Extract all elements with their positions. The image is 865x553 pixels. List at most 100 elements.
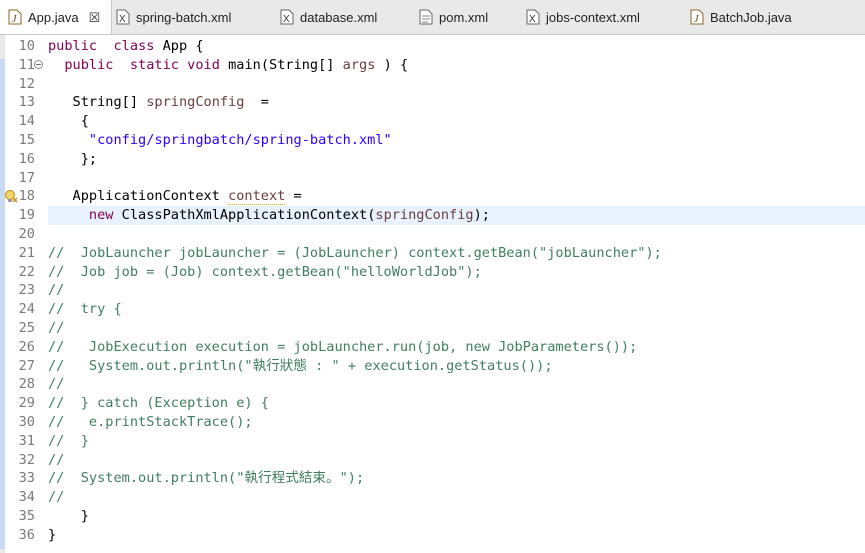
code-line[interactable]: 34 // (0, 488, 865, 507)
code-line[interactable]: 27 // System.out.println("執行狀態 : " + exec… (0, 357, 865, 376)
code-text[interactable]: // (48, 375, 865, 394)
comment-token: // (48, 320, 65, 336)
code-line[interactable]: 25 // (0, 319, 865, 338)
keyword-token: public (64, 56, 114, 73)
svg-text:X: X (283, 14, 290, 25)
java-file-icon: J (690, 9, 704, 25)
code-text[interactable]: }; (48, 150, 865, 169)
code-token: { (48, 113, 89, 130)
svg-text:X: X (119, 14, 126, 25)
code-text[interactable]: // (48, 281, 865, 300)
comment-token: // System.out.println("執行狀態 : " + execut… (48, 357, 553, 374)
code-text[interactable]: // JobExecution execution = jobLauncher.… (48, 338, 865, 357)
code-line[interactable]: 32 // (0, 451, 865, 470)
code-line[interactable]: 30 // e.printStackTrace(); (0, 413, 865, 432)
code-line[interactable]: 16 }; (0, 150, 865, 169)
code-text[interactable] (48, 225, 865, 244)
line-number: 19 (18, 207, 35, 224)
close-tab-icon[interactable]: ☒ (89, 11, 101, 24)
code-line[interactable]: 19 new ClassPathXmlApplicationContext(sp… (0, 206, 865, 225)
code-line[interactable]: 18 ApplicationContext context = (0, 187, 865, 206)
comment-token: // } catch (Exception e) { (48, 395, 269, 412)
code-line[interactable]: 12 (0, 75, 865, 94)
code-token: }; (48, 150, 98, 167)
code-text[interactable]: // } (48, 432, 865, 451)
code-line[interactable]: 21 // JobLauncher jobLauncher = (JobLaunc… (0, 244, 865, 263)
code-text[interactable]: // try { (48, 300, 865, 319)
code-text[interactable]: // Job job = (Job) context.getBean("hell… (48, 263, 865, 282)
code-text[interactable]: // System.out.println("執行狀態 : " + execut… (48, 357, 865, 376)
code-text[interactable]: // (48, 451, 865, 470)
code-line[interactable]: 35 } (0, 507, 865, 526)
java-file-icon: J (8, 9, 22, 25)
xml-file-icon: X (280, 9, 294, 25)
tab-batchjob-java[interactable]: J BatchJob.java (686, 0, 806, 34)
code-text[interactable]: "config/springbatch/spring-batch.xml" (48, 131, 865, 150)
code-text[interactable]: ApplicationContext context = (48, 187, 865, 206)
code-line[interactable]: 28 // (0, 375, 865, 394)
tab-spring-batch-xml[interactable]: Xspring-batch.xml (112, 0, 276, 34)
code-line[interactable]: 14 { (0, 112, 865, 131)
line-number: 22 (18, 263, 35, 280)
code-text[interactable]: // (48, 319, 865, 338)
code-token: ApplicationContext (48, 188, 229, 205)
code-line[interactable]: 13 String[] springConfig = (0, 93, 865, 112)
line-number: 32 (18, 451, 35, 468)
variable-token: springConfig (375, 207, 474, 224)
code-line[interactable]: 26 // JobExecution execution = jobLaunche… (0, 338, 865, 357)
line-number: 33 (18, 470, 35, 487)
code-text[interactable]: // } catch (Exception e) { (48, 394, 865, 413)
code-text[interactable]: // (48, 488, 865, 507)
warning-lightbulb-icon[interactable] (4, 189, 18, 203)
svg-text:X: X (529, 14, 536, 25)
line-number: 17 (18, 169, 35, 186)
code-line[interactable]: 10 public class App { (0, 37, 865, 56)
code-text[interactable]: { (48, 112, 865, 131)
line-number: 34 (18, 489, 35, 506)
tab-pom-xml[interactable]: pom.xml (415, 0, 522, 34)
code-text[interactable]: public static void main(String[] args ) … (48, 56, 865, 75)
code-line[interactable]: 11 public static void main(String[] args… (0, 56, 865, 75)
code-text[interactable]: // JobLauncher jobLauncher = (JobLaunche… (48, 244, 865, 263)
code-line[interactable]: 17 (0, 169, 865, 188)
xml-file-icon: X (116, 9, 130, 25)
code-text[interactable]: public class App { (48, 37, 865, 56)
code-line[interactable]: 20 (0, 225, 865, 244)
code-text[interactable]: // System.out.println("執行程式結束。"); (48, 469, 865, 488)
comment-token: // JobExecution execution = jobLauncher.… (48, 338, 638, 355)
code-text[interactable]: new ClassPathXmlApplicationContext(sprin… (48, 206, 865, 225)
code-editor[interactable]: 10 public class App {11 public static voi… (0, 35, 865, 553)
code-line[interactable]: 36} (0, 526, 865, 545)
fold-collapse-icon[interactable] (34, 59, 43, 69)
code-text[interactable]: // e.printStackTrace(); (48, 413, 865, 432)
svg-text:J: J (694, 14, 699, 25)
tab-database-xml[interactable]: Xdatabase.xml (276, 0, 415, 34)
code-line[interactable]: 23 // (0, 281, 865, 300)
tab-label: spring-batch.xml (136, 9, 232, 25)
tab-label: App.java (28, 9, 79, 25)
line-number: 26 (18, 338, 35, 355)
code-line[interactable]: 15 "config/springbatch/spring-batch.xml" (0, 131, 865, 150)
code-line[interactable]: 22 // Job job = (Job) context.getBean("he… (0, 263, 865, 282)
comment-token: // (48, 489, 65, 506)
code-text[interactable] (48, 75, 865, 94)
code-text[interactable] (48, 169, 865, 188)
comment-token: // } (48, 432, 89, 449)
code-token: = (244, 94, 269, 111)
code-line[interactable]: 29 // } catch (Exception e) { (0, 394, 865, 413)
tab-label: database.xml (300, 9, 378, 25)
code-text[interactable]: String[] springConfig = (48, 93, 865, 112)
code-text[interactable]: } (48, 526, 865, 545)
line-number: 11 (18, 56, 35, 73)
tab-app-java[interactable]: J App.java ☒ (0, 0, 112, 34)
xml-file-icon: X (526, 9, 540, 25)
code-token: ClassPathXmlApplicationContext( (113, 207, 376, 224)
code-line[interactable]: 31 // } (0, 432, 865, 451)
code-line[interactable]: 24 // try { (0, 300, 865, 319)
code-line[interactable]: 33 // System.out.println("執行程式結束。"); (0, 469, 865, 488)
svg-text:J: J (12, 14, 17, 25)
tab-jobs-context-xml[interactable]: Xjobs-context.xml (522, 0, 686, 34)
code-text[interactable]: } (48, 507, 865, 526)
